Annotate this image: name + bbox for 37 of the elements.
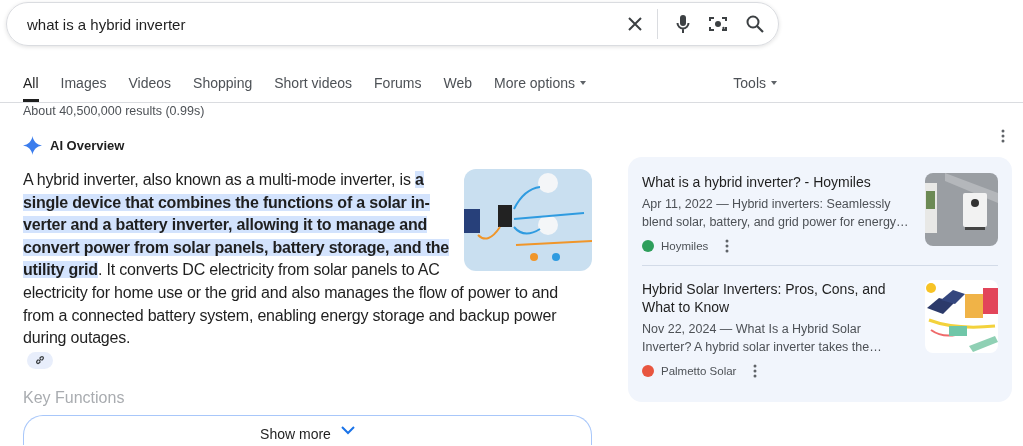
clear-button[interactable] [627, 16, 643, 32]
overview-paragraph: A hybrid inverter, also known as a multi-mode inverter, is a single device that combines the functions of a solar in-verter and a battery inverter, allowing it to manage and convert power from solar panels, battery storage, and the utility grid. It converts DC electricity from solar panels to AC electricity for home use or the grid and also manages the flow of power to and from a connected battery system, enabling energy storage and backup power during outages. [23, 169, 592, 350]
source-title[interactable]: What is a hybrid inverter? - Hoymiles [642, 173, 913, 191]
link-button[interactable] [27, 351, 53, 369]
link-icon [35, 355, 45, 366]
search-button[interactable] [746, 15, 764, 33]
search-tab[interactable]: Forums [374, 75, 422, 102]
search-tab[interactable]: Videos [128, 75, 172, 102]
search-icon [746, 15, 764, 33]
result-stats: About 40,500,000 results (0.99s) [22, 103, 206, 118]
source-title[interactable]: Hybrid Solar Inverters: Pros, Cons, and What to Know [642, 280, 913, 316]
source-snippet: Apr 11, 2022 — Hybrid inverters: Seamlessly blend solar, battery, and grid power for energy… [642, 196, 910, 231]
search-input[interactable]: what is a hybrid inverter [25, 14, 609, 34]
sparkle-icon [23, 136, 42, 155]
chevron-down-icon [340, 425, 355, 435]
site-name: Hoymiles [661, 240, 709, 252]
tools-tab[interactable]: Tools [733, 75, 777, 102]
section-heading: Key Functions [23, 388, 126, 407]
close-icon [627, 16, 643, 32]
site-name: Palmetto Solar [661, 365, 737, 377]
caret-icon [771, 81, 777, 85]
search-tab[interactable]: Shopping [193, 75, 253, 102]
more-icon[interactable] [725, 239, 730, 253]
more-icon[interactable] [753, 364, 758, 378]
more-icon[interactable] [1001, 129, 1005, 143]
microphone-icon [676, 14, 690, 34]
search-tab[interactable]: Web [443, 75, 473, 102]
ai-overview-title: AI Overview [50, 138, 125, 153]
image-search-button[interactable] [708, 15, 728, 33]
show-more-button[interactable]: Show more [23, 414, 592, 445]
search-tab[interactable]: Images [60, 75, 107, 102]
voice-search-button[interactable] [676, 14, 690, 34]
search-tab[interactable]: Short videos [274, 75, 353, 102]
source-snippet: Nov 22, 2024 — What Is a Hybrid Solar Inverter? A hybrid solar inverter takes the… [642, 321, 883, 356]
search-tab[interactable]: More options [494, 75, 586, 102]
search-tab[interactable]: All [23, 75, 39, 102]
camera-icon [708, 15, 728, 33]
